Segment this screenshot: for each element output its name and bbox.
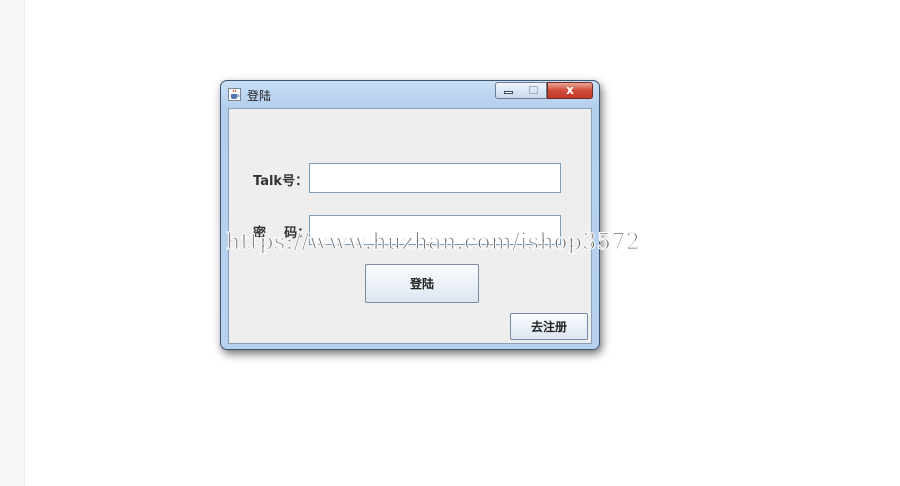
watermark-text: https://www.huzhan.com/ishop3572 bbox=[225, 230, 641, 256]
left-margin-strip bbox=[0, 0, 25, 486]
maximize-icon bbox=[529, 86, 538, 94]
login-window: 登陆 x Talk号： 密 码： 登陆 去注册 bbox=[220, 80, 600, 350]
close-button[interactable]: x bbox=[547, 82, 593, 99]
minimize-button[interactable] bbox=[495, 82, 522, 99]
close-icon: x bbox=[566, 83, 574, 97]
login-button[interactable]: 登陆 bbox=[365, 264, 479, 303]
window-title: 登陆 bbox=[247, 89, 272, 103]
maximize-button[interactable] bbox=[521, 82, 547, 99]
register-button[interactable]: 去注册 bbox=[510, 313, 588, 340]
talk-number-input[interactable] bbox=[309, 163, 561, 193]
java-cup-icon bbox=[228, 88, 241, 101]
window-content: Talk号： 密 码： 登陆 去注册 bbox=[228, 108, 592, 344]
minimize-icon bbox=[504, 91, 513, 94]
title-bar[interactable]: 登陆 x bbox=[221, 81, 599, 108]
talk-number-label: Talk号： bbox=[253, 174, 309, 189]
